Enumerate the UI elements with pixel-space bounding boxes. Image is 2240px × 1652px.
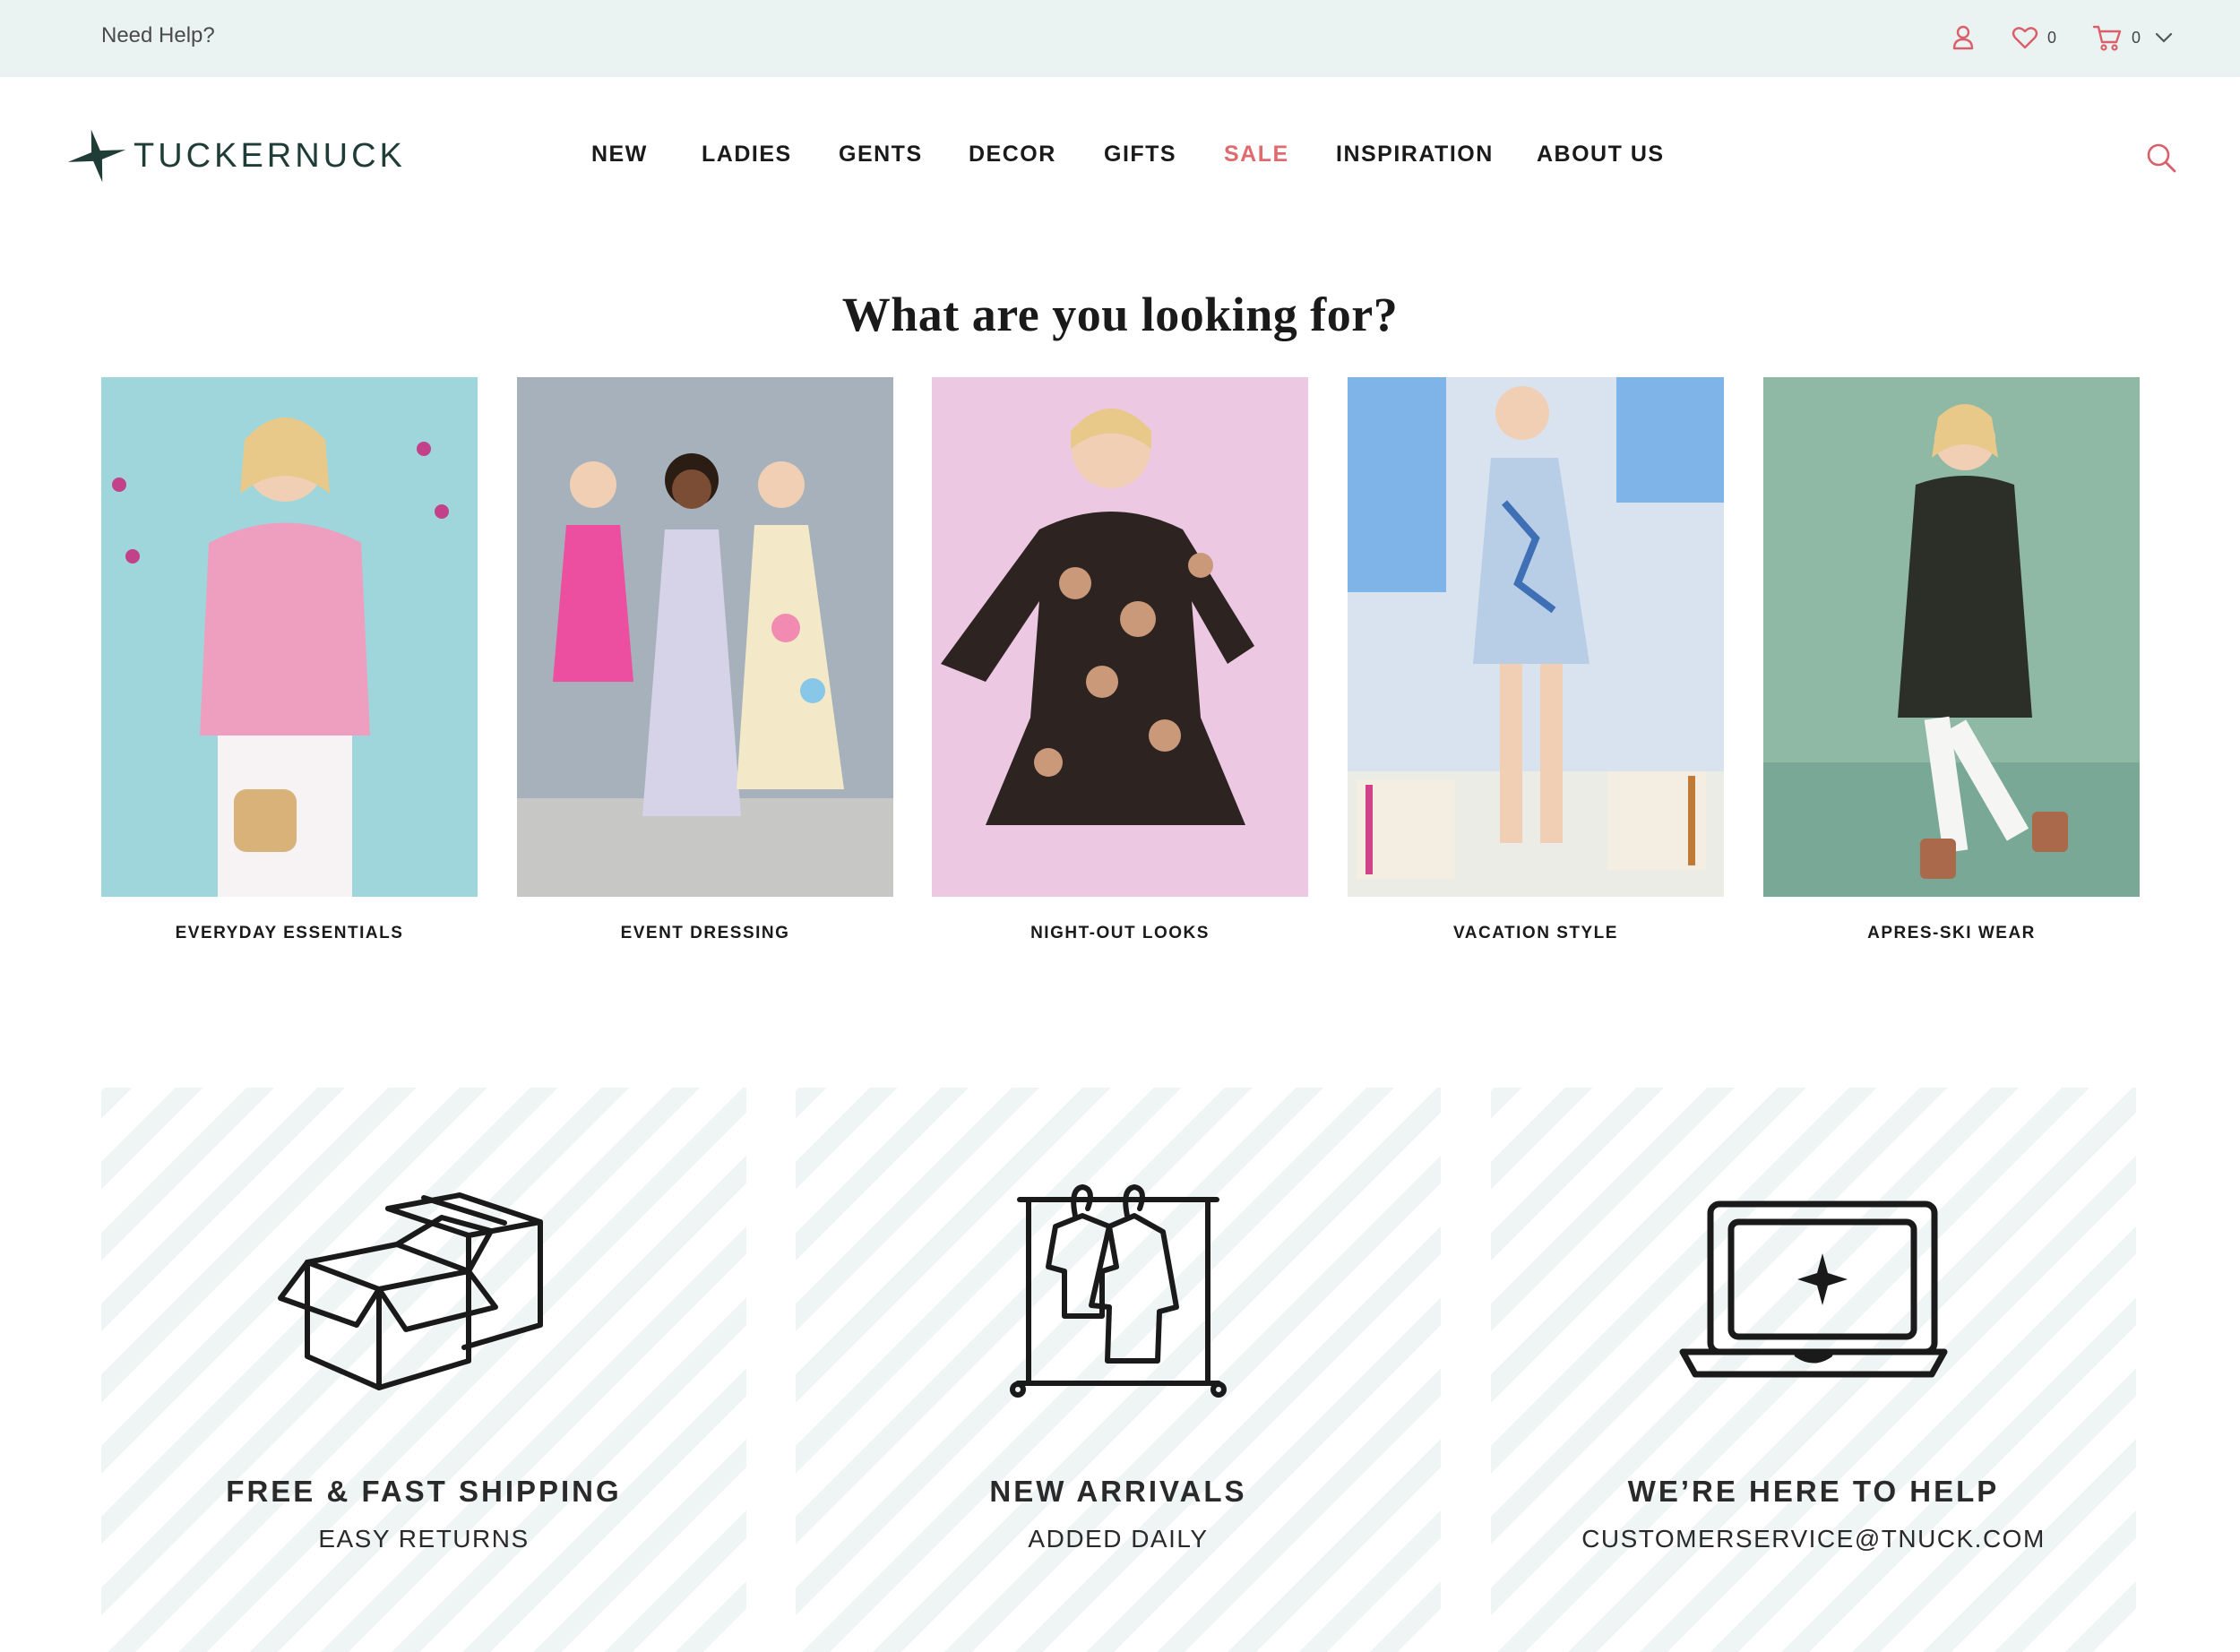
cart-button[interactable]: 0 — [2092, 22, 2141, 54]
model-illustration — [941, 409, 1254, 825]
model-illustration — [112, 417, 449, 897]
nav-item-sale[interactable]: SALE — [1224, 142, 1289, 168]
value-prop-new-arrivals: NEW ARRIVALS ADDED DAILY — [796, 1088, 1441, 1652]
category-photo — [1763, 377, 2140, 897]
category-photo — [517, 377, 893, 897]
brand-logo[interactable]: TUCKERNUCK — [65, 127, 406, 185]
category-section-title: What are you looking for? — [841, 288, 1399, 341]
search-icon — [2147, 143, 2176, 173]
user-icon — [1952, 25, 1974, 50]
nav-item-inspiration[interactable]: INSPIRATION — [1336, 142, 1494, 168]
value-prop-help: WE’RE HERE TO HELP CUSTOMERSERVICE@TNUCK… — [1491, 1088, 2136, 1652]
category-tile-vacation-style[interactable]: VACATION STYLE — [1348, 377, 1724, 943]
clothing-rack-icon — [1010, 1184, 1227, 1398]
value-prop-subtitle: ADDED DAILY — [1028, 1525, 1209, 1553]
category-tile-event-dressing[interactable]: EVENT DRESSING — [517, 377, 893, 943]
category-tile-night-out-looks[interactable]: NIGHT-OUT LOOKS — [932, 377, 1308, 943]
need-help-link[interactable]: Need Help? — [101, 23, 215, 48]
nav-item-decor[interactable]: DECOR — [969, 142, 1056, 168]
nav-item-ladies[interactable]: LADIES — [702, 142, 792, 168]
category-label: NIGHT-OUT LOOKS — [1030, 924, 1210, 942]
category-label: VACATION STYLE — [1453, 924, 1618, 942]
wishlist-button[interactable]: 0 — [2012, 22, 2056, 54]
account-button[interactable] — [1951, 22, 1975, 54]
nav-item-new[interactable]: NEW — [591, 142, 648, 168]
nav-item-gifts[interactable]: GIFTS — [1104, 142, 1176, 168]
value-prop-shipping: FREE & FAST SHIPPING EASY RETURNS — [101, 1088, 746, 1652]
category-photo — [1348, 377, 1724, 897]
value-prop-title: WE’RE HERE TO HELP — [1627, 1475, 2000, 1508]
model-illustration — [1763, 404, 2140, 897]
category-photo — [101, 377, 478, 897]
category-tile-apres-ski-wear[interactable]: APRES-SKI WEAR — [1763, 377, 2140, 943]
model-illustration — [517, 453, 893, 897]
value-prop-subtitle: EASY RETURNS — [318, 1525, 530, 1553]
boxes-icon — [278, 1192, 543, 1390]
utility-bar: Need Help? 0 0 — [0, 0, 2240, 77]
laptop-icon — [1679, 1200, 1948, 1378]
support-email-link[interactable]: CUSTOMERSERVICE@TNUCK.COM — [1491, 1525, 2136, 1553]
star-logo-icon — [67, 129, 126, 183]
cart-count: 0 — [2132, 28, 2141, 47]
nav-item-gents[interactable]: GENTS — [839, 142, 923, 168]
heart-icon — [2012, 27, 2038, 49]
category-tile-everyday-essentials[interactable]: EVERYDAY ESSENTIALS — [101, 377, 478, 943]
model-illustration — [1348, 377, 1724, 897]
search-button[interactable] — [2145, 142, 2177, 174]
category-label: EVERYDAY ESSENTIALS — [175, 924, 404, 942]
value-prop-title: NEW ARRIVALS — [989, 1475, 1247, 1508]
cart-icon — [2092, 25, 2122, 51]
category-photo — [932, 377, 1308, 897]
value-prop-title: FREE & FAST SHIPPING — [226, 1475, 622, 1508]
nav-item-about-us[interactable]: ABOUT US — [1537, 142, 1665, 168]
chevron-down-icon — [2155, 32, 2173, 43]
main-header: TUCKERNUCK NEW LADIES GENTS DECOR GIFTS … — [0, 77, 2240, 234]
wishlist-count: 0 — [2047, 28, 2057, 47]
category-label: APRES-SKI WEAR — [1867, 924, 2036, 942]
cart-dropdown-toggle[interactable] — [2154, 22, 2174, 54]
brand-name: TUCKERNUCK — [134, 136, 406, 175]
category-label: EVENT DRESSING — [620, 924, 790, 942]
